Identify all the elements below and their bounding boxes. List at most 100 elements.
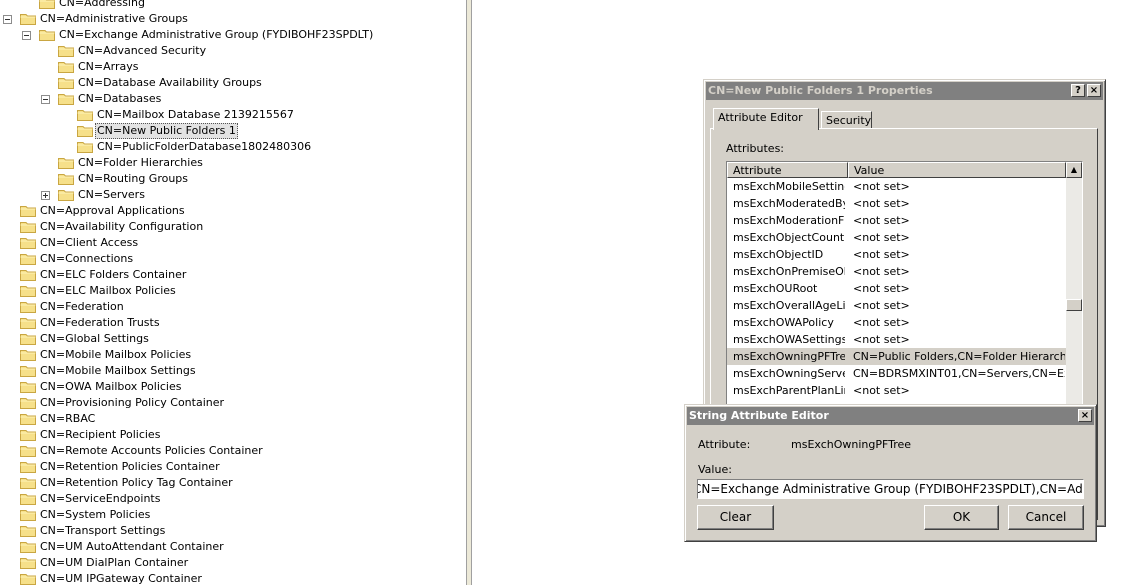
attribute-value-cell: <not set> bbox=[853, 265, 910, 278]
tree-item-label: CN=Transport Settings bbox=[40, 524, 166, 537]
tree-item-label: CN=RBAC bbox=[40, 412, 96, 425]
attribute-label: Attribute: bbox=[698, 438, 751, 451]
tree-item-label: CN=Database Availability Groups bbox=[78, 76, 262, 89]
attribute-name-cell: msExchOURoot bbox=[733, 282, 818, 295]
tree-item-label: CN=Remote Accounts Policies Container bbox=[40, 444, 263, 457]
folder-icon bbox=[20, 477, 36, 489]
tree-item-label: CN=UM DialPlan Container bbox=[40, 556, 189, 569]
tree-item-label: CN=Approval Applications bbox=[40, 204, 185, 217]
attribute-row[interactable]: msExchOwningPFTree CN=Public Folders,CN=F… bbox=[727, 348, 1066, 365]
attribute-name-cell: msExchOWASettings bbox=[733, 333, 845, 346]
folder-icon bbox=[20, 397, 36, 409]
attribute-value-cell: <not set> bbox=[853, 299, 910, 312]
collapse-icon[interactable] bbox=[3, 15, 12, 24]
folder-icon bbox=[77, 141, 93, 153]
expand-icon[interactable] bbox=[41, 191, 50, 200]
folder-icon bbox=[20, 349, 36, 361]
attribute-row[interactable]: msExchMobileSettings <not set> bbox=[727, 178, 1066, 195]
attribute-row[interactable]: msExchObjectID <not set> bbox=[727, 246, 1066, 263]
collapse-icon[interactable] bbox=[22, 31, 31, 40]
folder-icon bbox=[77, 125, 93, 137]
folder-icon bbox=[20, 573, 36, 585]
attribute-value-cell: <not set> bbox=[853, 197, 910, 210]
folder-icon bbox=[20, 461, 36, 473]
help-button[interactable]: ? bbox=[1071, 84, 1085, 97]
attribute-value-cell: <not set> bbox=[853, 231, 910, 244]
folder-icon bbox=[20, 557, 36, 569]
attribute-value-cell: CN=BDRSMXINT01,CN=Servers,CN=Excha bbox=[853, 367, 1065, 380]
attribute-name-cell: msExchModerationFl... bbox=[733, 214, 845, 227]
close-button[interactable]: × bbox=[1087, 84, 1101, 97]
folder-icon bbox=[20, 333, 36, 345]
attribute-row[interactable]: msExchOURoot <not set> bbox=[727, 280, 1066, 297]
string-editor-titlebar[interactable]: String Attribute Editor × bbox=[687, 407, 1094, 425]
value-input[interactable]: CN=Exchange Administrative Group (FYDIBO… bbox=[697, 479, 1084, 499]
close-button[interactable]: × bbox=[1078, 409, 1092, 422]
attribute-value-cell: <not set> bbox=[853, 248, 910, 261]
scroll-thumb[interactable] bbox=[1066, 299, 1082, 311]
cancel-button[interactable]: Cancel bbox=[1008, 505, 1084, 530]
tree-item-label: CN=Availability Configuration bbox=[40, 220, 204, 233]
scroll-up-button[interactable]: ▲ bbox=[1066, 162, 1082, 178]
tree-item-label: CN=Mailbox Database 2139215567 bbox=[97, 108, 294, 121]
vertical-scrollbar[interactable]: ▲ bbox=[1066, 162, 1082, 410]
folder-icon bbox=[39, 0, 55, 9]
attribute-row[interactable]: msExchOverallAgeLimit <not set> bbox=[727, 297, 1066, 314]
folder-icon bbox=[20, 525, 36, 537]
folder-icon bbox=[58, 189, 74, 201]
attribute-name-cell: msExchMobileSettings bbox=[733, 180, 845, 193]
attribute-value-cell: <not set> bbox=[853, 333, 910, 346]
tab-attribute-editor[interactable]: Attribute Editor bbox=[713, 108, 819, 130]
ok-button[interactable]: OK bbox=[924, 505, 999, 530]
folder-icon bbox=[58, 173, 74, 185]
attribute-name-cell: msExchOWAPolicy bbox=[733, 316, 834, 329]
attribute-row[interactable]: msExchModerationFl... <not set> bbox=[727, 212, 1066, 229]
string-editor-title: String Attribute Editor bbox=[689, 409, 829, 422]
folder-icon bbox=[20, 253, 36, 265]
attributes-label: Attributes: bbox=[726, 142, 785, 155]
attribute-value-cell: <not set> bbox=[853, 316, 910, 329]
attribute-name-cell: msExchOverallAgeLimit bbox=[733, 299, 845, 312]
collapse-icon[interactable] bbox=[41, 95, 50, 104]
folder-icon bbox=[20, 445, 36, 457]
attribute-name-cell: msExchOwningPFTree bbox=[733, 350, 845, 363]
tree-item-label: CN=Recipient Policies bbox=[40, 428, 161, 441]
tree-item-label: CN=UM IPGateway Container bbox=[40, 572, 202, 585]
value-label: Value: bbox=[698, 463, 732, 476]
attributes-list[interactable]: Attribute Value msExchMobileSettings <not… bbox=[726, 161, 1083, 411]
attribute-row[interactable]: msExchOWASettings <not set> bbox=[727, 331, 1066, 348]
attribute-name-cell: msExchParentPlanLink bbox=[733, 384, 845, 397]
folder-icon bbox=[20, 381, 36, 393]
folder-icon bbox=[20, 429, 36, 441]
attribute-name: msExchOwningPFTree bbox=[791, 438, 912, 451]
attribute-row[interactable]: msExchObjectCount... <not set> bbox=[727, 229, 1066, 246]
column-header-value[interactable]: Value bbox=[848, 162, 1066, 178]
folder-icon bbox=[58, 157, 74, 169]
folder-icon bbox=[20, 205, 36, 217]
tree-pane[interactable]: CN=Addressing CN=Administrative Groups CN=… bbox=[0, 0, 466, 585]
tree-item-label: CN=Client Access bbox=[40, 236, 139, 249]
folder-icon bbox=[77, 109, 93, 121]
attribute-value-cell: <not set> bbox=[853, 214, 910, 227]
attribute-row[interactable]: msExchOwningServer CN=BDRSMXINT01,CN=Serv… bbox=[727, 365, 1066, 382]
string-attribute-editor: String Attribute Editor × Attribute: msE… bbox=[684, 404, 1097, 542]
folder-icon bbox=[20, 541, 36, 553]
attribute-row[interactable]: msExchOnPremiseOb... <not set> bbox=[727, 263, 1066, 280]
tree-item-label: CN=Federation bbox=[40, 300, 124, 313]
tree-item-label: CN=Exchange Administrative Group (FYDIBO… bbox=[59, 28, 374, 41]
tree-item-label: CN=Retention Policies Container bbox=[40, 460, 220, 473]
clear-button[interactable]: Clear bbox=[697, 505, 774, 530]
properties-titlebar[interactable]: CN=New Public Folders 1 Properties ? × bbox=[706, 82, 1103, 100]
folder-icon bbox=[58, 45, 74, 57]
column-header-attribute[interactable]: Attribute bbox=[727, 162, 848, 178]
tree-item-label: CN=Folder Hierarchies bbox=[78, 156, 203, 169]
tree-item-label: CN=Mobile Mailbox Settings bbox=[40, 364, 196, 377]
attribute-row[interactable]: msExchOWAPolicy <not set> bbox=[727, 314, 1066, 331]
attribute-row[interactable]: msExchParentPlanLink <not set> bbox=[727, 382, 1066, 399]
folder-icon bbox=[58, 93, 74, 105]
tab-security-label: Security bbox=[826, 114, 872, 127]
attribute-row[interactable]: msExchModeratedBy... <not set> bbox=[727, 195, 1066, 212]
attribute-name-cell: msExchObjectID bbox=[733, 248, 824, 261]
folder-icon bbox=[20, 221, 36, 233]
attribute-name-cell: msExchOnPremiseOb... bbox=[733, 265, 845, 278]
